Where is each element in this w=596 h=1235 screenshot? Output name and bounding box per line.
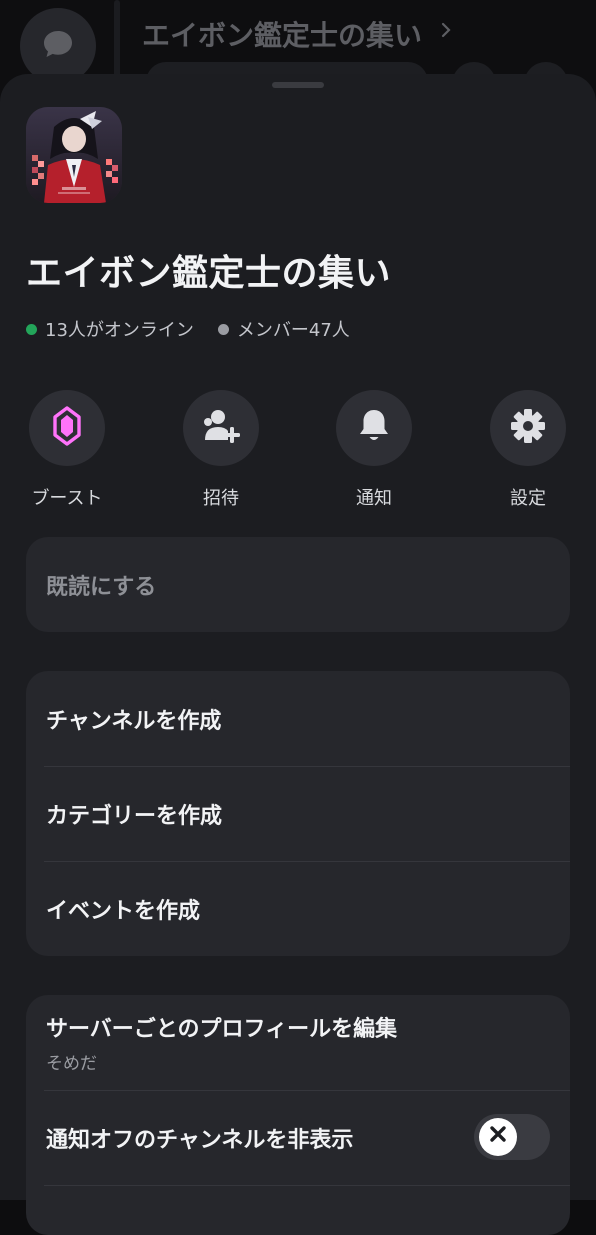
settings-label: 設定 (510, 488, 546, 509)
next-settings-item[interactable] (26, 1185, 570, 1235)
server-rail-divider (114, 0, 120, 80)
create-event-item[interactable]: イベントを作成 (26, 861, 570, 956)
quick-actions: ブースト 招待 通知 設定 (0, 390, 596, 510)
create-channel-item[interactable]: チャンネルを作成 (26, 671, 570, 766)
invite-circle[interactable] (183, 390, 259, 466)
boost-button[interactable]: ブースト (17, 390, 117, 510)
chat-bubble-icon (41, 27, 75, 65)
edit-server-profile-label: サーバーごとのプロフィールを編集 (46, 1017, 398, 1042)
mark-read-card: 既読にする (26, 537, 570, 632)
mark-read-button[interactable]: 既読にする (26, 537, 570, 632)
invite-button[interactable]: 招待 (171, 390, 271, 510)
edit-server-profile-item[interactable]: サーバーごとのプロフィールを編集 そめだ (26, 995, 570, 1090)
hide-muted-channels-toggle[interactable] (474, 1114, 550, 1160)
server-name: エイボン鑑定士の集い (26, 253, 392, 294)
server-menu-sheet: エイボン鑑定士の集い 13人がオンライン メンバー47人 ブースト 招待 通知 … (0, 74, 596, 1235)
chevron-right-icon (440, 22, 452, 42)
member-count-text: メンバー47人 (236, 320, 350, 341)
add-user-icon (201, 408, 241, 448)
settings-button[interactable]: 設定 (478, 390, 578, 510)
member-status-dot (217, 323, 229, 335)
settings-circle[interactable] (490, 390, 566, 466)
member-count: メンバー47人 (217, 316, 350, 342)
server-profile-name: そめだ (46, 1054, 97, 1074)
create-category-item[interactable]: カテゴリーを作成 (26, 766, 570, 861)
server-avatar (26, 107, 122, 203)
boost-circle[interactable] (29, 390, 105, 466)
online-count-text: 13人がオンライン (45, 320, 194, 341)
server-stats: 13人がオンライン メンバー47人 (26, 316, 350, 342)
close-icon (488, 1124, 508, 1150)
gear-icon (510, 408, 546, 448)
online-count: 13人がオンライン (26, 316, 194, 342)
invite-label: 招待 (203, 488, 239, 509)
background-server-title[interactable]: エイボン鑑定士の集い (142, 14, 422, 54)
boost-label: ブースト (31, 488, 103, 509)
online-status-dot (26, 323, 37, 335)
hide-muted-channels-label: 通知オフのチャンネルを非表示 (46, 1127, 354, 1153)
hide-muted-channels-item[interactable]: 通知オフのチャンネルを非表示 (26, 1090, 570, 1185)
boost-gem-icon (52, 406, 82, 450)
toggle-knob (479, 1118, 517, 1156)
notifications-button[interactable]: 通知 (324, 390, 424, 510)
direct-messages-button[interactable] (20, 8, 96, 84)
notifications-circle[interactable] (336, 390, 412, 466)
server-settings-card: サーバーごとのプロフィールを編集 そめだ 通知オフのチャンネルを非表示 (26, 995, 570, 1235)
create-card: チャンネルを作成 カテゴリーを作成 イベントを作成 (26, 671, 570, 956)
bell-icon (357, 408, 391, 448)
notifications-label: 通知 (356, 488, 392, 509)
drag-handle[interactable] (272, 82, 324, 88)
